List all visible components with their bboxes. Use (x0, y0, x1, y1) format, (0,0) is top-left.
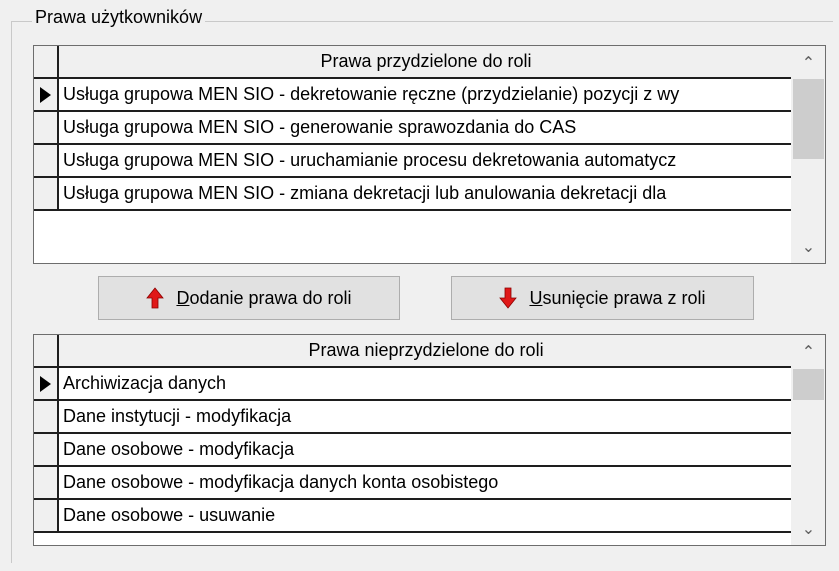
row-cell[interactable]: Dane osobowe - usuwanie (59, 500, 793, 531)
row-cell[interactable]: Dane osobowe - modyfikacja (59, 434, 793, 465)
assigned-rights-grid-body: Prawa przydzielone do roli Usługa grupow… (34, 46, 793, 263)
table-row[interactable]: Dane osobowe - modyfikacja (34, 434, 793, 467)
add-right-button[interactable]: Dodanie prawa do roli (98, 276, 400, 320)
row-cell[interactable]: Dane osobowe - modyfikacja danych konta … (59, 467, 793, 498)
unassigned-rights-rows: Archiwizacja danych Dane instytucji - mod… (34, 368, 793, 533)
row-cell[interactable]: Archiwizacja danych (59, 368, 793, 399)
groupbox-title: Prawa użytkowników (32, 6, 206, 28)
scroll-thumb[interactable] (793, 369, 824, 400)
unassigned-rights-grid[interactable]: Prawa nieprzydzielone do roli Archiwizac… (33, 334, 826, 546)
add-right-label: Dodanie prawa do roli (176, 287, 352, 308)
table-row[interactable]: Usługa grupowa MEN SIO - dekretowanie rę… (34, 79, 793, 112)
current-row-arrow-icon (40, 87, 51, 103)
table-row[interactable]: Usługa grupowa MEN SIO - zmiana dekretac… (34, 178, 793, 211)
table-row[interactable]: Dane osobowe - modyfikacja danych konta … (34, 467, 793, 500)
unassigned-rights-column-header[interactable]: Prawa nieprzydzielone do roli (59, 335, 793, 366)
assigned-rights-header: Prawa przydzielone do roli (34, 46, 793, 79)
header-indicator-cell (34, 46, 59, 77)
unassigned-rights-scrollbar[interactable]: ⌃ ⌄ (791, 335, 825, 545)
table-row[interactable]: Archiwizacja danych (34, 368, 793, 401)
unassigned-rights-header: Prawa nieprzydzielone do roli (34, 335, 793, 368)
table-row[interactable]: Usługa grupowa MEN SIO - uruchamianie pr… (34, 145, 793, 178)
row-cell[interactable]: Usługa grupowa MEN SIO - zmiana dekretac… (59, 178, 793, 209)
row-indicator[interactable] (34, 145, 59, 176)
chevron-down-icon: ⌄ (801, 520, 816, 538)
row-cell[interactable]: Usługa grupowa MEN SIO - uruchamianie pr… (59, 145, 793, 176)
row-indicator[interactable] (34, 467, 59, 498)
rights-panel: Prawa użytkowników Prawa przydzielone do… (0, 0, 839, 571)
red-up-arrow-icon (146, 287, 165, 309)
row-cell[interactable]: Usługa grupowa MEN SIO - dekretowanie rę… (59, 79, 793, 110)
row-indicator[interactable] (34, 368, 59, 399)
row-indicator[interactable] (34, 401, 59, 432)
row-indicator[interactable] (34, 434, 59, 465)
scroll-up-button[interactable]: ⌃ (792, 46, 825, 79)
row-indicator[interactable] (34, 112, 59, 143)
row-cell[interactable]: Dane instytucji - modyfikacja (59, 401, 793, 432)
red-down-arrow-icon (499, 287, 518, 309)
scroll-up-button[interactable]: ⌃ (792, 335, 825, 368)
header-indicator-cell (34, 335, 59, 366)
row-indicator[interactable] (34, 500, 59, 531)
table-row[interactable]: Dane instytucji - modyfikacja (34, 401, 793, 434)
row-indicator[interactable] (34, 79, 59, 110)
chevron-down-icon: ⌄ (801, 238, 816, 256)
assigned-rights-column-header[interactable]: Prawa przydzielone do roli (59, 46, 793, 77)
row-indicator[interactable] (34, 178, 59, 209)
scroll-thumb[interactable] (793, 79, 824, 159)
assigned-rights-rows: Usługa grupowa MEN SIO - dekretowanie rę… (34, 79, 793, 211)
remove-right-label: Usunięcie prawa z roli (529, 287, 706, 308)
scroll-down-button[interactable]: ⌄ (792, 230, 825, 263)
assigned-rights-scrollbar[interactable]: ⌃ ⌄ (791, 46, 825, 263)
row-cell[interactable]: Usługa grupowa MEN SIO - generowanie spr… (59, 112, 793, 143)
assigned-rights-grid[interactable]: Prawa przydzielone do roli Usługa grupow… (33, 45, 826, 264)
unassigned-rights-grid-body: Prawa nieprzydzielone do roli Archiwizac… (34, 335, 793, 545)
remove-right-button[interactable]: Usunięcie prawa z roli (451, 276, 754, 320)
current-row-arrow-icon (40, 376, 51, 392)
table-row[interactable]: Dane osobowe - usuwanie (34, 500, 793, 533)
scroll-down-button[interactable]: ⌄ (792, 512, 825, 545)
chevron-up-icon: ⌃ (801, 54, 816, 72)
table-row[interactable]: Usługa grupowa MEN SIO - generowanie spr… (34, 112, 793, 145)
chevron-up-icon: ⌃ (801, 343, 816, 361)
